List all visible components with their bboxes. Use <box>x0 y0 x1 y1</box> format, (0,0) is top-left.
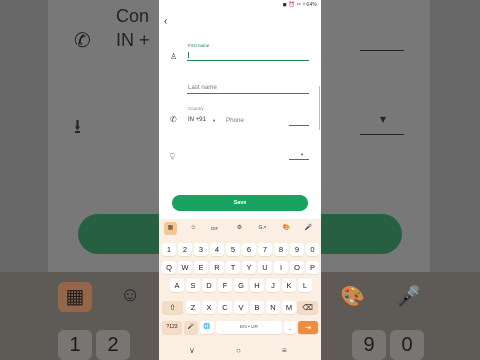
symbols-key[interactable]: ?123 <box>162 321 182 334</box>
person-icon: ♙ <box>170 52 178 61</box>
key-i[interactable]: I <box>274 261 288 274</box>
emoji-icon[interactable]: ☺ <box>187 222 200 235</box>
key-z[interactable]: Z <box>186 301 200 314</box>
enter-key[interactable]: ⇥ <box>298 321 318 334</box>
space-bar[interactable]: EN • UR <box>216 321 282 334</box>
gif-button[interactable]: GIF <box>208 222 221 235</box>
key-n[interactable]: N <box>266 301 280 314</box>
key-6[interactable]: 6 <box>242 243 256 256</box>
back-button[interactable]: ‹ <box>164 17 167 27</box>
phone-icon: ✆ <box>170 115 177 124</box>
save-button[interactable]: Save <box>172 195 308 211</box>
nav-recents-button[interactable]: ≡ <box>282 346 287 355</box>
apps-grid-icon[interactable]: ▦ <box>164 222 177 235</box>
key-k[interactable]: K <box>282 279 296 292</box>
voice-input-key[interactable]: 🎤 <box>184 321 198 334</box>
key-a[interactable]: A <box>170 279 184 292</box>
first-name-label: First name <box>188 43 210 48</box>
key-w[interactable]: W <box>178 261 192 274</box>
key-g[interactable]: G <box>234 279 248 292</box>
navigation-bar: ∨ ○ ≡ <box>159 343 321 360</box>
gear-icon[interactable]: ⚙ <box>233 222 246 235</box>
key-t[interactable]: T <box>226 261 240 274</box>
key-d[interactable]: D <box>202 279 216 292</box>
first-name-field[interactable] <box>187 60 309 61</box>
key-8[interactable]: 8 <box>274 243 288 256</box>
key-2[interactable]: 2 <box>178 243 192 256</box>
key-0[interactable]: 0 <box>306 243 319 256</box>
key-9[interactable]: 9 <box>290 243 304 256</box>
chevron-down-icon: ▼ <box>212 118 216 123</box>
last-name-underline <box>187 93 309 94</box>
shift-key[interactable]: ⇧ <box>162 301 183 314</box>
contact-card-icon: ⍜ <box>170 151 175 160</box>
phone-field[interactable]: Phone <box>226 117 244 124</box>
key-f[interactable]: F <box>218 279 232 292</box>
country-label: Country <box>188 106 204 111</box>
phone-screen: ◼ ⏰ ⁴⁶ ᴵᴵ 64% ‹ ♙ First name Last name C… <box>159 0 321 360</box>
key-l[interactable]: L <box>298 279 312 292</box>
key-4[interactable]: 4 <box>210 243 224 256</box>
key-y[interactable]: Y <box>242 261 256 274</box>
keyboard: ▦ ☺ GIF ⚙ G↗ 🎨 🎤 1 2 3 4 5 6 7 8 9 0 Q W… <box>159 219 321 343</box>
key-s[interactable]: S <box>186 279 200 292</box>
period-key[interactable]: . <box>284 321 296 334</box>
key-h[interactable]: H <box>250 279 264 292</box>
key-e[interactable]: E <box>194 261 208 274</box>
nav-back-button[interactable]: ∨ <box>189 346 195 355</box>
backspace-key[interactable]: ⌫ <box>297 301 318 314</box>
scrollbar[interactable] <box>318 86 320 130</box>
key-3[interactable]: 3 <box>194 243 208 256</box>
text-cursor <box>188 52 189 58</box>
last-name-field[interactable]: Last name <box>188 84 217 91</box>
palette-icon[interactable]: 🎨 <box>280 222 293 235</box>
key-v[interactable]: V <box>234 301 248 314</box>
key-7[interactable]: 7 <box>258 243 272 256</box>
key-1[interactable]: 1 <box>162 243 176 256</box>
country-selector[interactable]: IN +91 <box>188 117 206 123</box>
key-p[interactable]: P <box>306 261 319 274</box>
key-u[interactable]: U <box>258 261 272 274</box>
type-underline <box>289 159 309 160</box>
mic-icon[interactable]: 🎤 <box>302 222 315 235</box>
key-m[interactable]: M <box>282 301 296 314</box>
nav-home-button[interactable]: ○ <box>236 346 241 355</box>
translate-icon[interactable]: G↗ <box>256 222 269 235</box>
chevron-down-icon[interactable]: ▼ <box>300 152 304 157</box>
key-r[interactable]: R <box>210 261 224 274</box>
phone-underline <box>289 125 309 126</box>
key-o[interactable]: O <box>290 261 304 274</box>
status-bar: ◼ ⏰ ⁴⁶ ᴵᴵ 64% <box>282 2 317 8</box>
globe-icon[interactable]: 🌐 <box>200 321 214 334</box>
key-c[interactable]: C <box>218 301 232 314</box>
key-5[interactable]: 5 <box>226 243 240 256</box>
key-q[interactable]: Q <box>162 261 176 274</box>
key-x[interactable]: X <box>202 301 216 314</box>
key-j[interactable]: J <box>266 279 280 292</box>
key-b[interactable]: B <box>250 301 264 314</box>
